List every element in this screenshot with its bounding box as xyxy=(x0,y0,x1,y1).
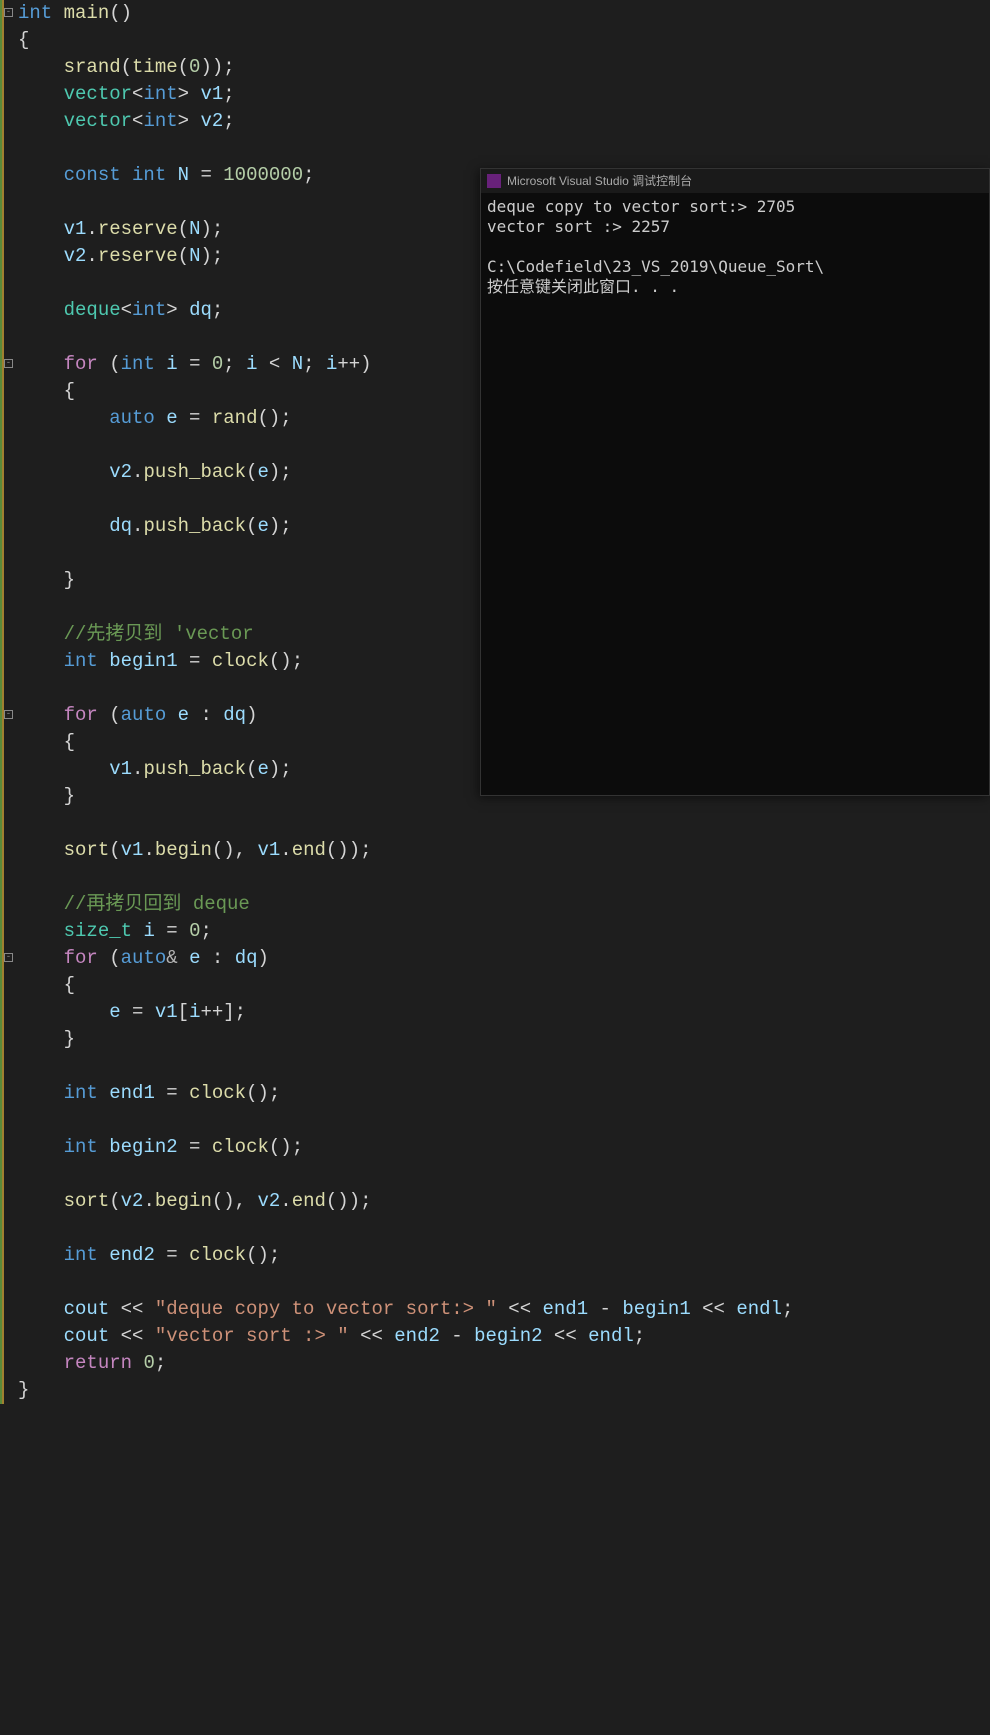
fold-icon[interactable]: - xyxy=(4,710,13,719)
fold-icon[interactable]: - xyxy=(4,953,13,962)
editor-gutter xyxy=(0,0,4,1404)
vs-icon xyxy=(487,174,501,188)
code-line: int begin2 = clock(); xyxy=(18,1134,990,1161)
code-line xyxy=(18,1215,990,1242)
code-line: { xyxy=(18,972,990,999)
code-line xyxy=(18,1161,990,1188)
fold-icon[interactable]: - xyxy=(4,8,13,17)
code-line: sort(v2.begin(), v2.end()); xyxy=(18,1188,990,1215)
code-line: } xyxy=(18,1377,990,1404)
code-line: vector<int> v2; xyxy=(18,108,990,135)
code-line: } xyxy=(18,1026,990,1053)
debug-console-window[interactable]: Microsoft Visual Studio 调试控制台 deque copy… xyxy=(480,168,990,796)
code-line: { xyxy=(18,27,990,54)
code-line xyxy=(18,1269,990,1296)
code-line: return 0; xyxy=(18,1350,990,1377)
fold-icon[interactable]: - xyxy=(4,359,13,368)
code-line: e = v1[i++]; xyxy=(18,999,990,1026)
code-line xyxy=(18,135,990,162)
code-line xyxy=(18,864,990,891)
code-line: -int main() xyxy=(18,0,990,27)
code-line: size_t i = 0; xyxy=(18,918,990,945)
code-line xyxy=(18,1053,990,1080)
code-line: int end1 = clock(); xyxy=(18,1080,990,1107)
console-titlebar[interactable]: Microsoft Visual Studio 调试控制台 xyxy=(481,169,989,193)
code-line xyxy=(18,1107,990,1134)
code-line: cout << "vector sort :> " << end2 - begi… xyxy=(18,1323,990,1350)
console-output: deque copy to vector sort:> 2705 vector … xyxy=(481,193,989,301)
code-line: srand(time(0)); xyxy=(18,54,990,81)
code-line: cout << "deque copy to vector sort:> " <… xyxy=(18,1296,990,1323)
code-line: - for (auto& e : dq) xyxy=(18,945,990,972)
code-line: int end2 = clock(); xyxy=(18,1242,990,1269)
code-line: //再拷贝回到 deque xyxy=(18,891,990,918)
console-title-text: Microsoft Visual Studio 调试控制台 xyxy=(507,169,692,193)
code-line xyxy=(18,810,990,837)
code-line: sort(v1.begin(), v1.end()); xyxy=(18,837,990,864)
code-line: vector<int> v1; xyxy=(18,81,990,108)
